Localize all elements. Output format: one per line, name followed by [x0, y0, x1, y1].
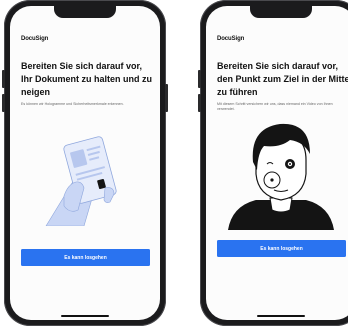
volume-button	[198, 94, 201, 112]
docusign-logo: DocuSign	[21, 36, 49, 42]
phone-frame-right: DocuSign Bereiten Sie sich darauf vor, d…	[198, 0, 348, 326]
phone-frame-left: DocuSign Bereiten Sie sich darauf vor, I…	[2, 0, 168, 326]
page-subtitle: Es können wir Hologramme und Sicherheits…	[21, 102, 124, 106]
page-title: Bereiten Sie sich darauf vor, den Punkt …	[217, 61, 348, 97]
page: { "screens": [ { "logo": "DocuSign", "ti…	[0, 0, 348, 326]
home-indicator	[257, 315, 305, 317]
screen-document-tilt: DocuSign Bereiten Sie sich darauf vor, I…	[10, 6, 160, 320]
power-button	[165, 84, 168, 112]
notch	[54, 6, 116, 18]
page-title: Bereiten Sie sich darauf vor, Ihr Dokume…	[21, 61, 152, 97]
page-subtitle: Mit diesem Schritt versichern wir uns, d…	[217, 102, 333, 111]
start-button[interactable]: Es kann losgehen	[21, 249, 150, 266]
hand-holding-id-illustration	[45, 136, 117, 226]
home-indicator	[61, 315, 109, 317]
start-button[interactable]: Es kann losgehen	[217, 240, 346, 257]
face-target-illustration	[228, 123, 334, 230]
notch	[250, 6, 312, 18]
volume-button	[198, 70, 201, 88]
docusign-logo: DocuSign	[217, 36, 245, 42]
volume-button	[2, 70, 5, 88]
volume-button	[2, 94, 5, 112]
screen-face-liveness: DocuSign Bereiten Sie sich darauf vor, d…	[206, 6, 348, 320]
